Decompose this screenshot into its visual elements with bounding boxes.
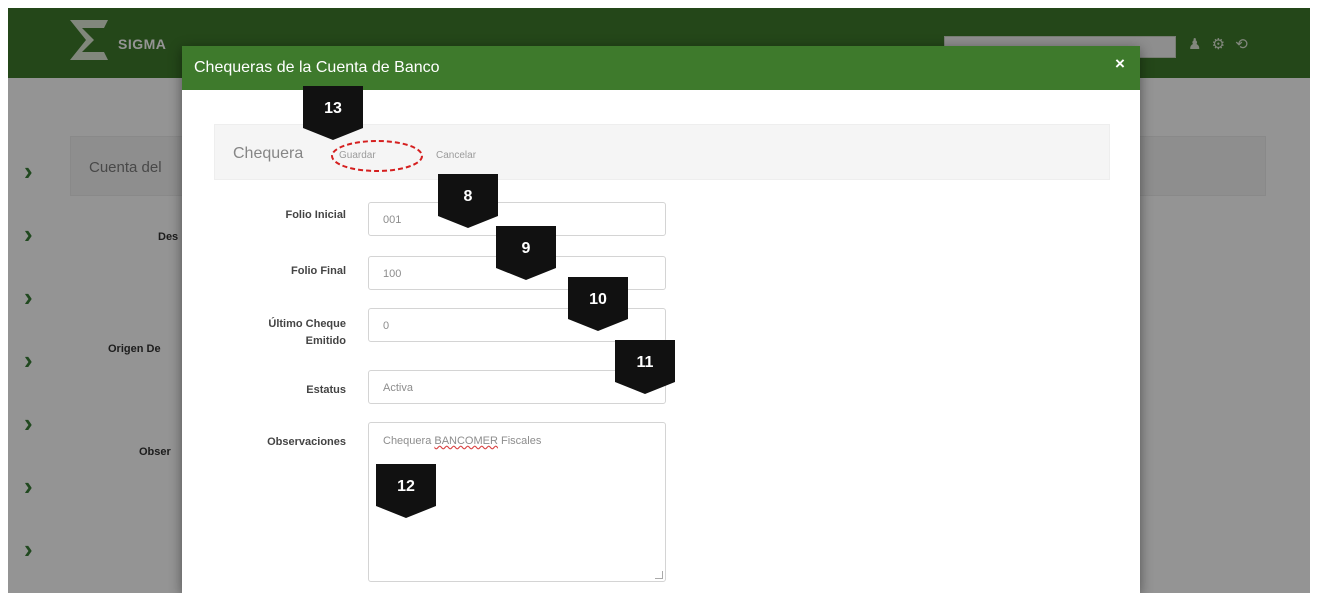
cancel-button[interactable]: Cancelar [436,150,476,161]
close-icon[interactable]: × [1110,54,1130,74]
modal-title: Chequeras de la Cuenta de Banco [194,59,440,76]
callout-number: 12 [397,478,415,495]
modal-header: Chequeras de la Cuenta de Banco × [182,46,1140,90]
ultimo-cheque-label: Último Cheque Emitido [212,316,346,350]
callout-marker: 8 [438,174,498,228]
callout-marker: 12 [376,464,436,518]
observaciones-label: Observaciones [267,436,346,448]
callout-marker: 11 [615,340,675,394]
callout-marker: 13 [303,86,363,140]
callout-number: 10 [589,291,607,308]
ultimo-cheque-label-line2: Emitido [305,335,346,347]
callout-number: 8 [463,188,473,205]
estatus-selected-value: Activa [383,382,413,394]
resize-handle-icon[interactable] [655,571,663,579]
callout-marker: 10 [568,277,628,331]
callout-number: 11 [636,354,654,371]
callout-number: 9 [521,240,531,257]
observaciones-text-suffix: Fiscales [497,435,542,447]
callout-number: 13 [324,100,342,117]
observaciones-text-prefix: Chequera [383,435,435,447]
folio-final-label: Folio Final [291,265,346,277]
estatus-label: Estatus [306,384,346,396]
toolbar-title: Chequera [233,145,304,162]
ultimo-cheque-label-line1: Último Cheque [268,318,346,330]
highlight-oval [331,140,423,172]
callout-marker: 9 [496,226,556,280]
folio-inicial-label: Folio Inicial [285,209,346,221]
observaciones-text-misspelled: BANCOMER [434,435,498,447]
